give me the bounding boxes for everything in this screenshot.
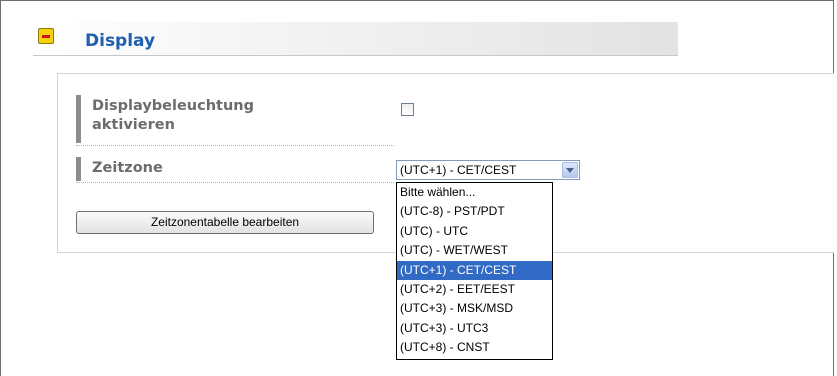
timezone-option[interactable]: (UTC+3) - UTC3 xyxy=(397,319,552,338)
timezone-option[interactable]: (UTC+8) - CNST xyxy=(397,338,552,357)
row-marker-bar xyxy=(76,95,81,143)
backlight-label-line1: Displaybeleuchtung xyxy=(92,98,254,114)
timezone-option[interactable]: (UTC+2) - EET/EEST xyxy=(397,280,552,299)
timezone-option[interactable]: (UTC+3) - MSK/MSD xyxy=(397,299,552,318)
timezone-option[interactable]: (UTC-8) - PST/PDT xyxy=(397,202,552,221)
timezone-select-value: (UTC+1) - CET/CEST xyxy=(400,163,517,177)
timezone-label: Zeitzone xyxy=(92,160,163,176)
edit-timezone-table-button[interactable]: Zeitzonentabelle bearbeiten xyxy=(76,211,374,234)
section-title: Display xyxy=(85,31,156,51)
backlight-label: Displaybeleuchtung aktivieren xyxy=(92,97,254,135)
timezone-option[interactable]: Bitte wählen... xyxy=(397,183,552,202)
row-divider xyxy=(76,182,394,183)
backlight-label-line2: aktivieren xyxy=(92,117,175,133)
timezone-select[interactable]: (UTC+1) - CET/CEST xyxy=(396,160,580,180)
timezone-option[interactable]: (UTC) - WET/WEST xyxy=(397,241,552,260)
section-header-display[interactable]: Display xyxy=(33,22,678,56)
chevron-down-icon[interactable] xyxy=(562,162,578,178)
timezone-dropdown-list[interactable]: Bitte wählen... (UTC-8) - PST/PDT (UTC) … xyxy=(396,182,553,360)
minus-box-icon[interactable] xyxy=(38,28,54,44)
row-divider xyxy=(76,145,394,146)
backlight-checkbox[interactable] xyxy=(401,103,414,116)
row-marker-bar xyxy=(76,157,81,181)
timezone-option-selected[interactable]: (UTC+1) - CET/CEST xyxy=(397,260,552,280)
timezone-option[interactable]: (UTC) - UTC xyxy=(397,222,552,241)
